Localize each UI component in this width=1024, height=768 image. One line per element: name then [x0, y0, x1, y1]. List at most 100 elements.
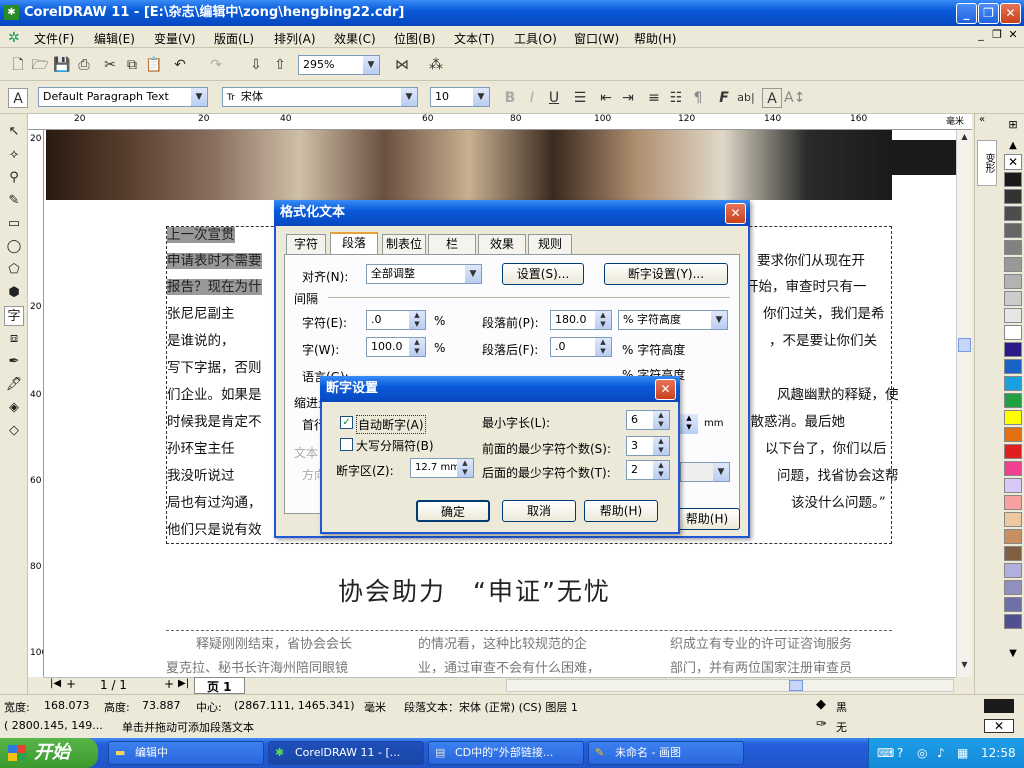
hyphen-dialog-titlebar[interactable]: 断字设置 ✕ [320, 376, 680, 402]
eyedropper-tool-icon[interactable]: ✒ [4, 352, 24, 372]
rectangle-tool-icon[interactable]: ▭ [4, 214, 24, 234]
word-spacing-input[interactable]: 100.0 ▲ ▼ [366, 337, 426, 357]
color-swatch[interactable] [1004, 580, 1022, 595]
menu-view[interactable]: 变量(V) [154, 30, 196, 47]
doc-close-button[interactable]: ✕ [1006, 28, 1020, 42]
restore-button[interactable]: ❐ [978, 3, 999, 24]
break-caps-label[interactable]: 大写分隔符(B) [356, 437, 434, 454]
app-launcher-icon[interactable]: ⁂ [426, 55, 446, 75]
undo-icon[interactable]: ↶ [170, 55, 190, 75]
vertical-text-icon[interactable]: A↕ [784, 88, 805, 108]
menu-bitmaps[interactable]: 位图(B) [394, 30, 436, 47]
color-swatch[interactable] [1004, 223, 1022, 238]
color-swatch[interactable] [1004, 614, 1022, 629]
menu-window[interactable]: 窗口(W) [574, 30, 619, 47]
palette-menu-icon[interactable]: ⊞ [1004, 118, 1022, 136]
spinner-icon[interactable]: ▲ ▼ [409, 311, 425, 329]
menu-tools[interactable]: 工具(O) [514, 30, 557, 47]
vertical-scrollbar[interactable]: ▲ ▼ [956, 130, 972, 677]
color-swatch[interactable] [1004, 376, 1022, 391]
spinner-icon[interactable]: ▲ ▼ [653, 461, 669, 479]
help-tray-icon[interactable]: ? [897, 738, 903, 768]
color-swatch[interactable] [1004, 359, 1022, 374]
font-size-combo[interactable]: 10 ▼ [430, 87, 490, 107]
freehand-tool-icon[interactable]: ✎ [4, 191, 24, 211]
drop-cap-icon[interactable]: ☷ [666, 88, 686, 108]
after-paragraph-input[interactable]: .0 ▲ ▼ [550, 337, 612, 357]
auto-hyphenate-label[interactable]: 自动断字(A) [356, 415, 426, 434]
docker-arrow-icon[interactable]: « [979, 114, 985, 125]
menu-edit[interactable]: 编辑(E) [94, 30, 135, 47]
color-swatch[interactable] [1004, 257, 1022, 272]
spinner-icon[interactable]: ▲ ▼ [653, 437, 669, 455]
paste-icon[interactable]: 📋 [144, 55, 164, 75]
increase-indent-icon[interactable]: ⇥ [618, 88, 638, 108]
format-help-button[interactable]: 帮助(H) [674, 508, 740, 530]
start-button[interactable]: 开始 [0, 738, 98, 768]
column-text-frame[interactable]: 释疑刚刚结束，省协会会长 夏克拉、秘书长许海州陪同眼镜 的情况看，这种比较规范的… [166, 630, 892, 676]
edit-text-icon[interactable]: ab| [736, 88, 756, 108]
menu-text[interactable]: 文本(T) [454, 30, 495, 47]
cut-icon[interactable]: ✂ [100, 55, 120, 75]
decrease-indent-icon[interactable]: ⇤ [596, 88, 616, 108]
hyphenation-settings-button[interactable]: 断字设置(Y)... [604, 263, 728, 285]
next-page-icon[interactable]: + [164, 677, 174, 691]
network-icon[interactable]: ◎ [917, 738, 927, 768]
align-icon[interactable]: ☰ [570, 88, 590, 108]
before-paragraph-input[interactable]: 180.0 ▲ ▼ [550, 310, 612, 330]
color-swatch[interactable] [1004, 206, 1022, 221]
color-swatch[interactable] [1004, 291, 1022, 306]
tab-character[interactable]: 字符 [286, 234, 326, 254]
horizontal-scrollbar[interactable] [506, 679, 954, 692]
save-icon[interactable]: 💾 [52, 55, 72, 75]
tab-paragraph[interactable]: 段落 [330, 232, 378, 254]
fill-swatch[interactable] [984, 699, 1014, 713]
task-folder[interactable]: ▬ 编辑中 [108, 741, 264, 765]
minimize-button[interactable]: _ [956, 3, 977, 24]
color-swatch[interactable] [1004, 240, 1022, 255]
ok-button[interactable]: 确定 [416, 500, 490, 522]
color-swatch[interactable] [1004, 529, 1022, 544]
color-swatch[interactable] [1004, 563, 1022, 578]
underline-icon[interactable]: U [544, 88, 564, 108]
auto-hyphenate-checkbox[interactable]: ✓ [340, 416, 353, 429]
cancel-button[interactable]: 取消 [502, 500, 576, 522]
menu-layout[interactable]: 版面(L) [214, 30, 254, 47]
zoom-combo[interactable]: 295% ▼ [298, 55, 380, 75]
min-before-input[interactable]: 3 ▲ ▼ [626, 436, 670, 456]
tab-columns[interactable]: 栏 [428, 234, 476, 254]
docker-tab-transform[interactable]: 变形 [977, 140, 997, 186]
new-icon[interactable]: 🗋 [8, 55, 28, 75]
color-swatch[interactable] [1004, 342, 1022, 357]
menu-effects[interactable]: 效果(C) [334, 30, 376, 47]
paragraph-style-combo[interactable]: Default Paragraph Text ▼ [38, 87, 208, 107]
color-swatch[interactable] [1004, 444, 1022, 459]
doc-minimize-button[interactable]: _ [974, 28, 988, 42]
settings-button[interactable]: 设置(S)... [502, 263, 584, 285]
color-swatch[interactable] [1004, 410, 1022, 425]
doc-restore-button[interactable]: ❐ [990, 28, 1004, 42]
scroll-up-icon[interactable]: ▲ [958, 132, 971, 146]
print-icon[interactable]: ⎙ [74, 55, 94, 75]
spinner-icon[interactable]: ▲ ▼ [653, 411, 669, 429]
outline-tool-icon[interactable]: 🖋 [4, 375, 24, 395]
format-dialog-titlebar[interactable]: 格式化文本 ✕ [274, 200, 750, 226]
shape-tool-icon[interactable]: ⟡ [4, 145, 24, 165]
tab-rules[interactable]: 规则 [528, 234, 572, 254]
color-swatch[interactable] [1004, 597, 1022, 612]
align-combo[interactable]: 全部调整 ▼ [366, 264, 482, 284]
first-page-icon[interactable]: |◀ [50, 678, 61, 689]
color-swatch[interactable] [1004, 325, 1022, 340]
page-tab[interactable]: 页 1 [194, 677, 245, 694]
color-swatch[interactable] [1004, 546, 1022, 561]
bold-icon[interactable]: B [500, 88, 520, 108]
spinner-icon[interactable]: ▲ ▼ [457, 459, 473, 477]
menu-help[interactable]: 帮助(H) [634, 30, 676, 47]
interactive-fill-tool-icon[interactable]: ◇ [4, 421, 24, 441]
outline-swatch[interactable]: ✕ [984, 719, 1014, 733]
export-icon[interactable]: ⇧ [270, 55, 290, 75]
char-spacing-input[interactable]: .0 ▲ ▼ [366, 310, 426, 330]
lan-icon[interactable]: ▦ [957, 738, 968, 768]
task-document[interactable]: ▤ CD中的“外部链接... [428, 741, 584, 765]
text-tool-active-icon[interactable]: 字 [4, 306, 24, 326]
